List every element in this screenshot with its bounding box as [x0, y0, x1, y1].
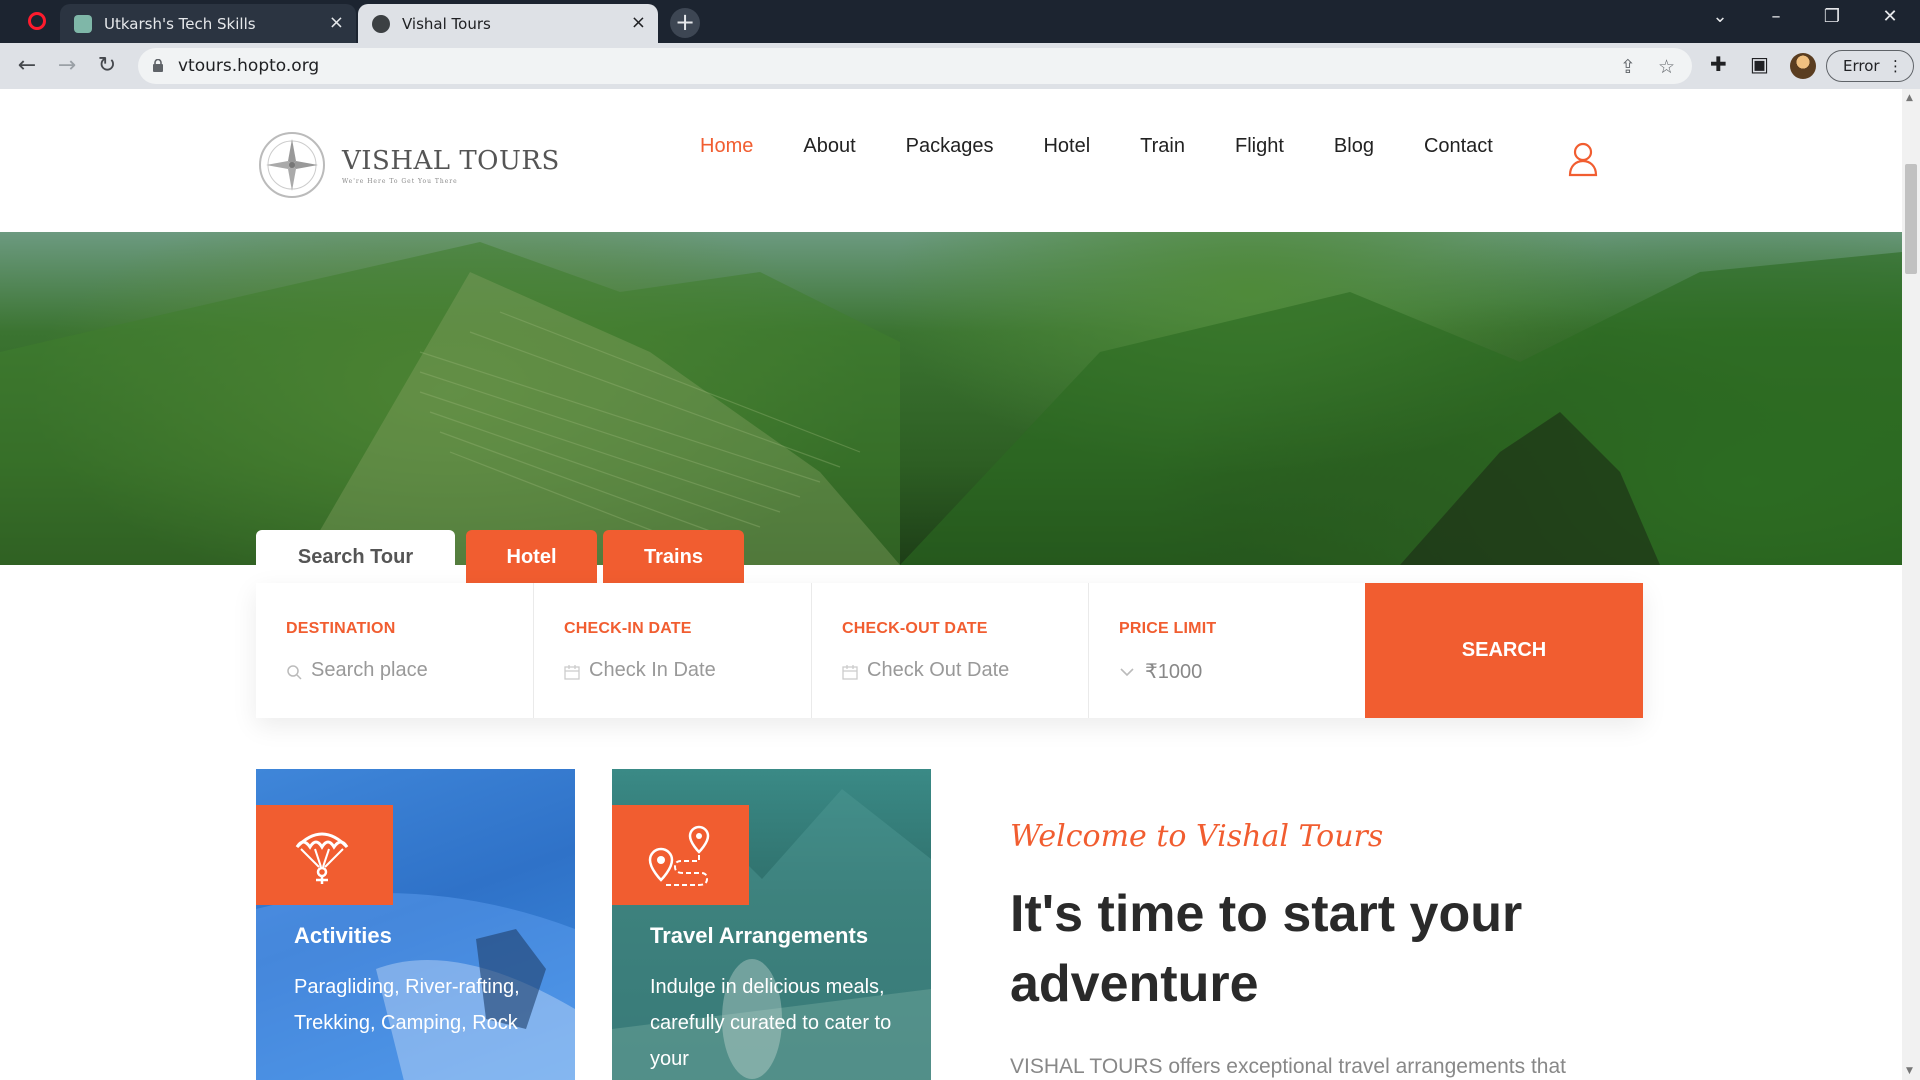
browser-tab-1[interactable]: Utkarsh's Tech Skills × — [60, 4, 356, 43]
hero-banner-image — [0, 232, 1902, 565]
card-description: Paragliding, River-rafting, Trekking, Ca… — [294, 976, 520, 1034]
tab-label: Hotel — [506, 545, 557, 568]
user-account-icon[interactable] — [1568, 141, 1598, 177]
welcome-script-heading: Welcome to Vishal Tours — [1010, 819, 1384, 854]
destination-input[interactable]: Search place — [311, 659, 428, 682]
nav-contact[interactable]: Contact — [1424, 135, 1493, 158]
field-label: DESTINATION — [286, 620, 396, 637]
new-tab-button[interactable]: + — [670, 8, 700, 38]
nav-hotel[interactable]: Hotel — [1043, 135, 1090, 158]
url-text: vtours.hopto.org — [178, 56, 320, 76]
menu-dots-icon[interactable]: ⋮ — [1888, 51, 1903, 81]
activities-card[interactable]: Activities Paragliding, River-rafting, T… — [256, 769, 575, 1080]
checkout-field[interactable]: CHECK-OUT DATE Check Out Date — [812, 583, 1089, 718]
travel-badge — [612, 805, 749, 905]
error-label: Error — [1843, 57, 1880, 75]
intro-paragraph: VISHAL TOURS offers exceptional travel a… — [1010, 1055, 1566, 1078]
nav-about[interactable]: About — [803, 135, 855, 158]
close-icon[interactable]: × — [329, 13, 344, 33]
profile-error-button[interactable]: Error ⋮ — [1826, 50, 1914, 82]
main-nav: Home About Packages Hotel Train Flight B… — [700, 135, 1543, 158]
avatar[interactable] — [1790, 53, 1816, 79]
tab-search-tour[interactable]: Search Tour — [256, 530, 455, 584]
globe-icon — [372, 14, 390, 33]
restore-icon[interactable]: ❐ — [1812, 6, 1852, 27]
card-description: Indulge in delicious meals, carefully cu… — [650, 976, 892, 1070]
forward-icon[interactable]: → — [52, 51, 82, 81]
compass-logo-icon — [259, 132, 325, 198]
tab-label: Trains — [644, 545, 703, 568]
window-close-icon[interactable]: ✕ — [1870, 6, 1910, 27]
browser-tab-strip: Utkarsh's Tech Skills × Vishal Tours × +… — [0, 0, 1920, 43]
search-button[interactable]: SEARCH — [1365, 583, 1643, 718]
page-viewport: VISHAL TOURS We're Here To Get You There… — [0, 89, 1920, 1080]
activities-badge — [256, 805, 393, 905]
bookmark-star-icon[interactable]: ☆ — [1658, 56, 1675, 78]
checkout-input[interactable]: Check Out Date — [867, 659, 1009, 682]
nav-packages[interactable]: Packages — [906, 135, 994, 158]
page-scrollbar[interactable]: ▲ ▼ — [1902, 89, 1920, 1080]
url-bar[interactable]: vtours.hopto.org ⇪ ☆ — [138, 48, 1692, 84]
close-icon[interactable]: × — [631, 13, 646, 33]
calendar-icon — [842, 665, 858, 680]
calendar-icon — [564, 665, 580, 680]
mountain-scenery — [0, 242, 1902, 565]
chevron-down-icon[interactable] — [1119, 664, 1135, 680]
logo-title: VISHAL TOURS — [342, 145, 560, 176]
scroll-up-icon[interactable]: ▲ — [1906, 93, 1913, 103]
extensions-icon[interactable]: ✚ — [1710, 52, 1727, 76]
browser-tab-2[interactable]: Vishal Tours × — [358, 4, 658, 43]
tab-trains[interactable]: Trains — [603, 530, 744, 584]
site-header: VISHAL TOURS We're Here To Get You There… — [0, 89, 1902, 232]
site-logo[interactable]: VISHAL TOURS We're Here To Get You There — [258, 131, 560, 199]
tab-title: Utkarsh's Tech Skills — [104, 14, 256, 33]
tab-label: Search Tour — [297, 545, 414, 568]
field-label: CHECK-IN DATE — [564, 620, 692, 637]
share-icon[interactable]: ⇪ — [1620, 56, 1636, 78]
card-title: Travel Arrangements — [650, 923, 869, 948]
lock-icon[interactable] — [152, 59, 164, 72]
reload-icon[interactable]: ↻ — [92, 51, 122, 81]
logo-tagline: We're Here To Get You There — [342, 177, 458, 185]
scroll-down-icon[interactable]: ▼ — [1906, 1066, 1913, 1076]
opera-icon[interactable] — [28, 12, 46, 30]
side-panel-icon[interactable]: ▣ — [1750, 52, 1769, 76]
search-icon — [287, 665, 302, 680]
address-toolbar: ← → ↻ vtours.hopto.org ⇪ ☆ ✚ ▣ Error ⋮ — [0, 43, 1920, 89]
field-label: CHECK-OUT DATE — [842, 620, 988, 637]
field-label: PRICE LIMIT — [1119, 620, 1217, 637]
chatgpt-icon — [74, 14, 92, 33]
nav-train[interactable]: Train — [1140, 135, 1185, 158]
tab-title: Vishal Tours — [402, 14, 491, 33]
price-limit-field[interactable]: PRICE LIMIT ₹1000 — [1089, 583, 1365, 718]
minimize-icon[interactable]: – — [1756, 6, 1796, 27]
price-limit-select[interactable]: ₹1000 — [1145, 659, 1202, 684]
back-icon[interactable]: ← — [12, 51, 42, 81]
nav-flight[interactable]: Flight — [1235, 135, 1284, 158]
card-title: Activities — [294, 923, 392, 948]
paraglider-icon — [295, 832, 349, 884]
nav-blog[interactable]: Blog — [1334, 135, 1374, 158]
checkin-field[interactable]: CHECK-IN DATE Check In Date — [534, 583, 812, 718]
route-pin-icon — [648, 825, 710, 886]
tab-search-icon[interactable]: ⌄ — [1700, 6, 1740, 27]
page-headline: It's time to start your adventure — [1010, 885, 1523, 1013]
nav-home[interactable]: Home — [700, 135, 753, 158]
tab-hotel[interactable]: Hotel — [466, 530, 597, 584]
destination-field[interactable]: DESTINATION Search place — [256, 583, 534, 718]
travel-arrangements-card[interactable]: Travel Arrangements Indulge in delicious… — [612, 769, 931, 1080]
checkin-input[interactable]: Check In Date — [589, 659, 716, 682]
scrollbar-thumb[interactable] — [1905, 164, 1917, 274]
